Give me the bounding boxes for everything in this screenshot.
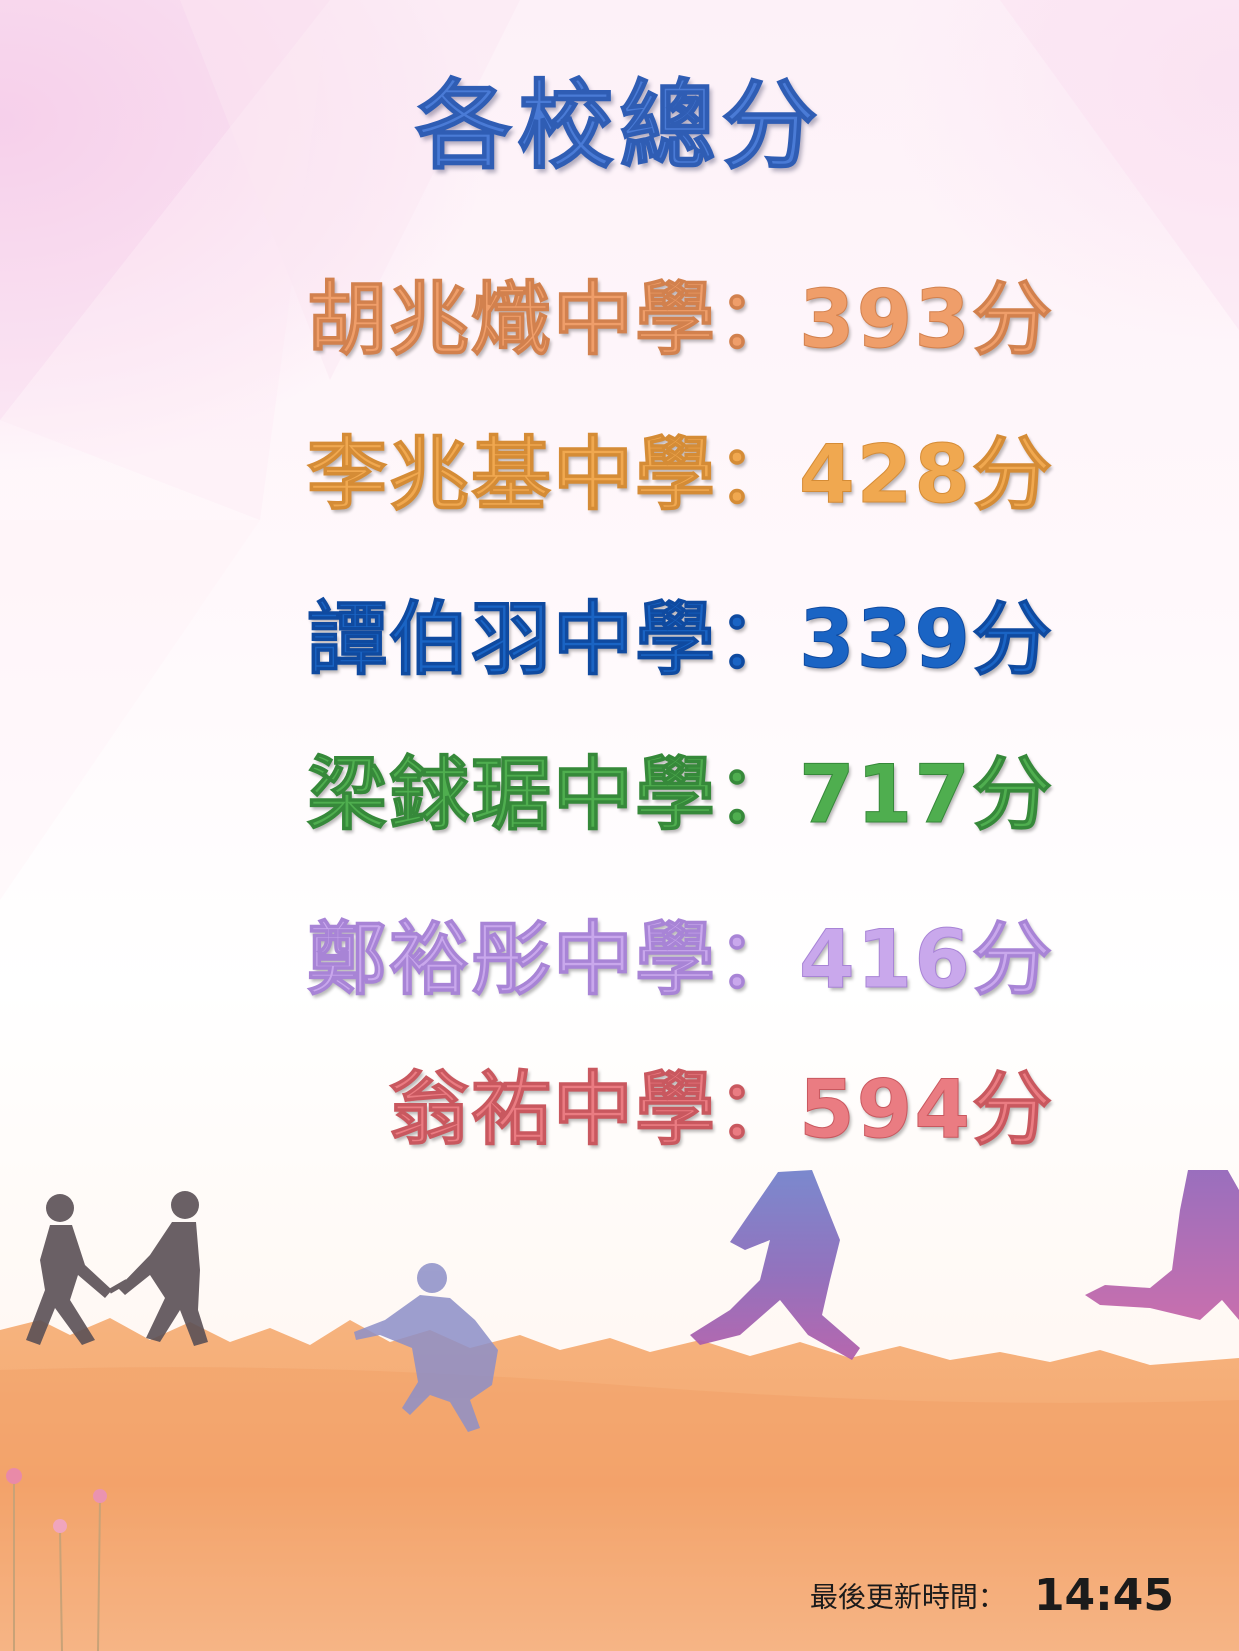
school-points: 393分: [799, 273, 1054, 367]
sprinting-runner-silhouette: [690, 1170, 860, 1360]
separator: ：: [717, 913, 799, 1007]
separator: ：: [717, 593, 799, 687]
score-row: 譚伯羽中學：339分: [307, 575, 1054, 691]
separator: ：: [717, 273, 799, 367]
separator: ：: [717, 428, 799, 522]
score-row: 梁銶琚中學：717分: [307, 730, 1054, 846]
score-row: 胡兆熾中學：393分: [307, 255, 1054, 371]
sprinting-runner-silhouette: [1085, 1170, 1239, 1320]
school-name: 翁祐中學: [389, 1063, 717, 1157]
separator: ：: [717, 748, 799, 842]
school-name: 胡兆熾中學: [307, 273, 717, 367]
school-name: 鄭裕彤中學: [307, 913, 717, 1007]
last-updated-label: 最後更新時間：: [809, 1580, 1006, 1614]
separator: ：: [717, 1063, 799, 1157]
school-points: 428分: [799, 428, 1054, 522]
last-updated: 最後更新時間： 14:45: [810, 1570, 1174, 1621]
school-name: 李兆基中學: [307, 428, 717, 522]
school-name: 譚伯羽中學: [307, 593, 717, 687]
score-list: 胡兆熾中學：393分 李兆基中學：428分 譚伯羽中學：339分 梁銶琚中學：7…: [0, 0, 1239, 1200]
score-row: 鄭裕彤中學：416分: [307, 895, 1054, 1011]
school-points: 717分: [799, 748, 1054, 842]
school-points: 416分: [799, 913, 1054, 1007]
school-points: 594分: [799, 1063, 1054, 1157]
school-points: 339分: [799, 593, 1054, 687]
last-updated-time: 14:45: [1033, 1570, 1174, 1621]
school-name: 梁銶琚中學: [307, 748, 717, 842]
score-row: 翁祐中學：594分: [389, 1045, 1054, 1161]
score-row: 李兆基中學：428分: [307, 410, 1054, 526]
